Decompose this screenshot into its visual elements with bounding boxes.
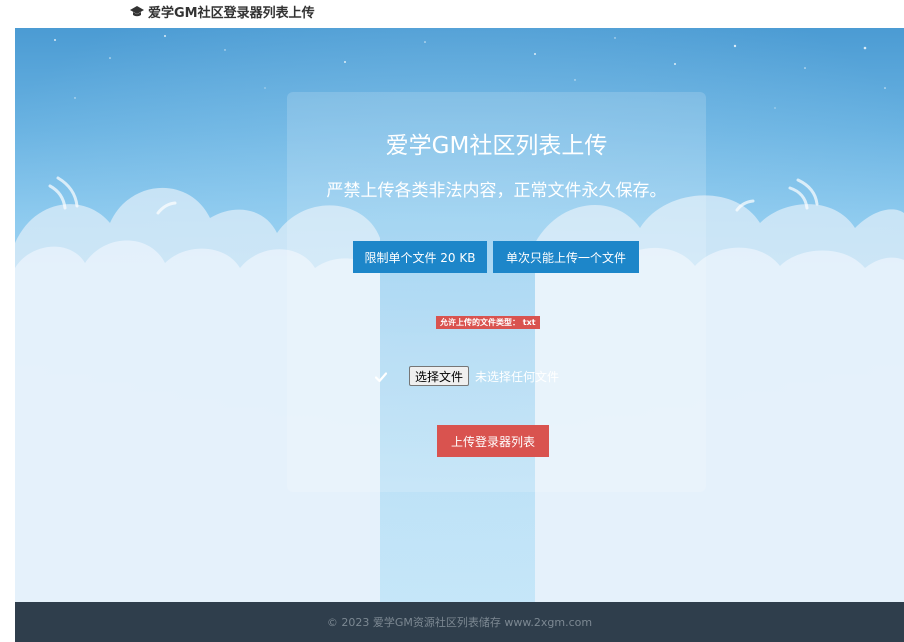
footer: © 2023 爱学GM资源社区列表储存 www.2xgm.com [15,602,904,642]
top-bar: 爱学GM社区登录器列表上传 [0,0,904,28]
allowed-types-badge: 允许上传的文件类型： txt [436,316,540,329]
upload-panel: 爱学GM社区列表上传 严禁上传各类非法内容，正常文件永久保存。 限制单个文件 2… [287,92,706,492]
panel-subtitle: 严禁上传各类非法内容，正常文件永久保存。 [326,181,667,201]
limit-size-button[interactable]: 限制单个文件 20 KB [353,241,487,273]
graduation-cap-icon [130,6,144,17]
upload-submit-button[interactable]: 上传登录器列表 [437,425,549,457]
limit-count-button[interactable]: 单次只能上传一个文件 [493,241,639,273]
choose-file-button[interactable]: 选择文件 [409,366,470,386]
footer-copyright: © 2023 爱学GM资源社区列表储存 www.2xgm.com [326,616,593,629]
panel-title: 爱学GM社区列表上传 [385,133,608,159]
brand-title: 爱学GM社区登录器列表上传 [148,5,315,21]
brand[interactable]: 爱学GM社区登录器列表上传 [130,1,315,21]
check-icon [375,372,387,383]
file-status-text: 未选择任何文件 [475,370,560,384]
hero-background: 爱学GM社区列表上传 严禁上传各类非法内容，正常文件永久保存。 限制单个文件 2… [15,28,904,602]
